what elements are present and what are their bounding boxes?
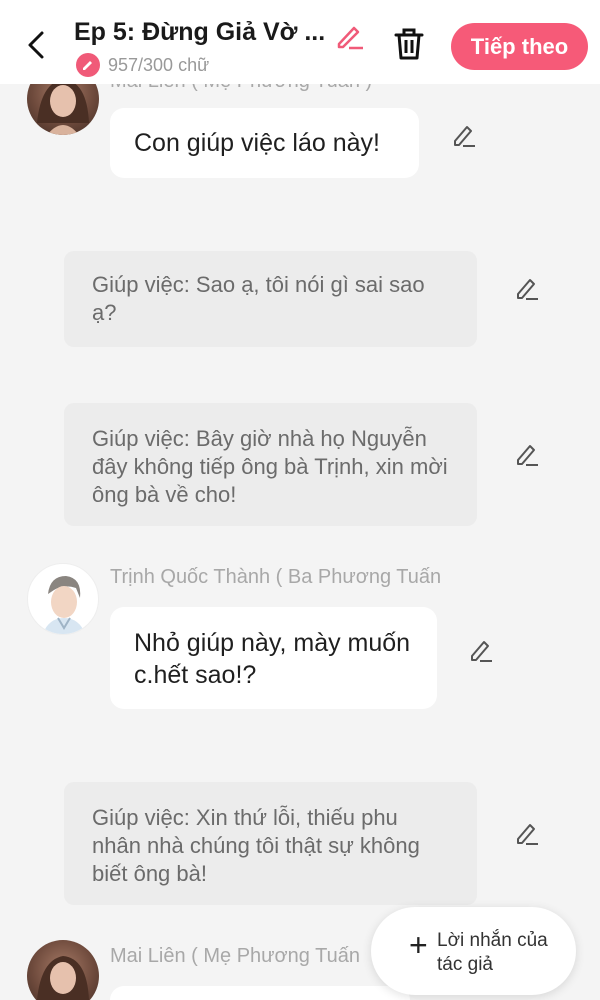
avatar-trinh-quoc-thanh — [27, 563, 99, 635]
narration-text: Giúp việc: Sao ạ, tôi nói gì sai sao ạ? — [92, 272, 425, 325]
next-button[interactable]: Tiếp theo — [451, 23, 588, 70]
speaker-name: Mai Liên ( Mẹ Phương Tuấn — [110, 945, 360, 967]
edit-pencil-icon[interactable] — [450, 121, 478, 149]
dialogue-bubble[interactable]: Con giúp việc láo này! — [110, 108, 419, 178]
dialogue-text: Nhỏ giúp này, mày muốn c.hết sao!? — [134, 629, 411, 689]
narration-text: Giúp việc: Bây giờ nhà họ Nguyễn đây khô… — [92, 426, 448, 507]
chapter-editor: Mai Liên ( Mẹ Phương Tuấn ) Con giúp việ… — [0, 0, 600, 1000]
top-bar: Ep 5: Đừng Giả Vờ ... 957/300 chữ Tiếp t… — [0, 0, 600, 84]
narration-text: Giúp việc: Xin thứ lỗi, thiếu phu nhân n… — [92, 805, 420, 886]
dialogue-text: Con giúp việc láo này! — [134, 129, 380, 157]
edit-pencil-icon[interactable] — [513, 819, 541, 847]
narration-bubble[interactable]: Giúp việc: Sao ạ, tôi nói gì sai sao ạ? — [64, 251, 477, 347]
dialogue-bubble[interactable]: Nhỏ giúp này, mày muốn c.hết sao!? — [110, 607, 437, 709]
edit-pencil-icon[interactable] — [467, 636, 495, 664]
pencil-badge-icon — [76, 53, 100, 77]
edit-pencil-icon[interactable] — [513, 274, 541, 302]
word-count: 957/300 chữ — [108, 54, 210, 75]
dialogue-bubble[interactable] — [110, 986, 410, 1000]
episode-title[interactable]: Ep 5: Đừng Giả Vờ ... — [74, 18, 324, 47]
author-note-button[interactable]: + Lời nhắn của tác giả — [371, 907, 576, 995]
narration-bubble[interactable]: Giúp việc: Bây giờ nhà họ Nguyễn đây khô… — [64, 403, 477, 526]
speaker-name: Trịnh Quốc Thành ( Ba Phương Tuấn — [110, 566, 442, 588]
back-arrow-icon[interactable] — [22, 27, 54, 63]
trash-icon[interactable] — [392, 26, 426, 62]
narration-bubble[interactable]: Giúp việc: Xin thứ lỗi, thiếu phu nhân n… — [64, 782, 477, 905]
word-count-row: 957/300 chữ — [76, 53, 209, 77]
plus-icon: + — [409, 927, 428, 963]
edit-pencil-icon[interactable] — [513, 440, 541, 468]
author-note-label: Lời nhắn của tác giả — [437, 930, 548, 975]
edit-title-icon[interactable] — [334, 20, 366, 52]
avatar-mai-lien — [27, 940, 99, 1000]
